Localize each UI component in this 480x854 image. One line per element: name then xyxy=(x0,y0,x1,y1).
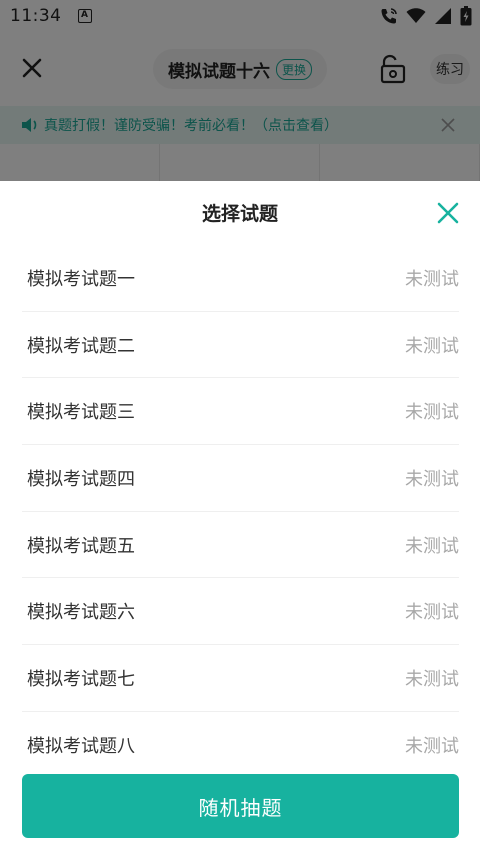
select-exam-sheet: 选择试题 模拟考试题一 未测试 模拟考试题二 未测试 模拟考试题三 未测试 模拟… xyxy=(0,181,480,854)
exam-status: 未测试 xyxy=(405,468,459,490)
list-item[interactable]: 模拟考试题六 未测试 xyxy=(22,578,459,646)
exam-status: 未测试 xyxy=(405,736,459,758)
sheet-title: 选择试题 xyxy=(201,203,278,225)
exam-name: 模拟考试题八 xyxy=(27,736,135,758)
exam-name: 模拟考试题四 xyxy=(27,468,135,490)
close-icon[interactable] xyxy=(436,201,460,225)
exam-status: 未测试 xyxy=(405,268,459,290)
list-item[interactable]: 模拟考试题五 未测试 xyxy=(22,512,459,579)
exam-status: 未测试 xyxy=(405,402,459,424)
list-item[interactable]: 模拟考试题八 未测试 xyxy=(22,712,459,779)
random-pick-button[interactable]: 随机抽题 xyxy=(22,774,459,838)
exam-name: 模拟考试题二 xyxy=(27,335,135,357)
sheet-header: 选择试题 xyxy=(0,181,480,245)
exam-name: 模拟考试题五 xyxy=(27,535,135,557)
exam-name: 模拟考试题一 xyxy=(27,268,135,290)
exam-status: 未测试 xyxy=(405,602,459,624)
list-item[interactable]: 模拟考试题三 未测试 xyxy=(22,378,459,446)
exam-status: 未测试 xyxy=(405,668,459,690)
exam-status: 未测试 xyxy=(405,535,459,557)
list-item[interactable]: 模拟考试题一 未测试 xyxy=(22,245,459,312)
list-item[interactable]: 模拟考试题二 未测试 xyxy=(22,312,459,379)
exam-name: 模拟考试题七 xyxy=(27,668,135,690)
list-item[interactable]: 模拟考试题四 未测试 xyxy=(22,445,459,512)
list-item[interactable]: 模拟考试题七 未测试 xyxy=(22,645,459,712)
exam-name: 模拟考试题六 xyxy=(27,602,135,624)
exam-list: 模拟考试题一 未测试 模拟考试题二 未测试 模拟考试题三 未测试 模拟考试题四 … xyxy=(22,245,459,779)
exam-name: 模拟考试题三 xyxy=(27,402,135,424)
exam-status: 未测试 xyxy=(405,335,459,357)
